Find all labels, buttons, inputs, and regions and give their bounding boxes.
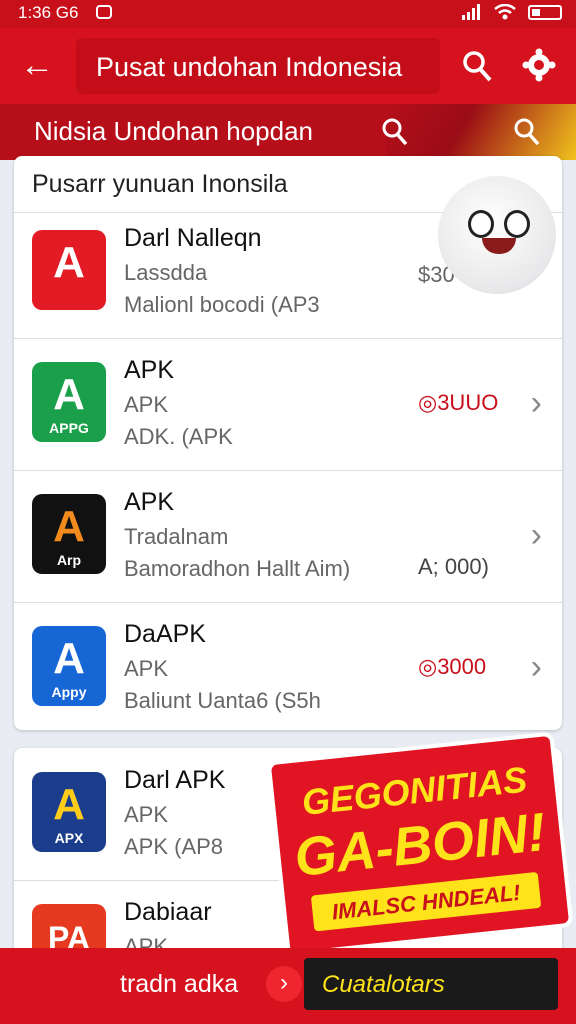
app-icon-caption: Arp <box>56 552 82 568</box>
bottom-bar: tradn adka › Cuatalotars <box>0 948 576 1024</box>
page-title: Pusat undohan Indonesia <box>96 52 403 82</box>
app-name: Dabiaar <box>124 898 212 926</box>
chevron-right-icon[interactable]: › <box>531 516 542 555</box>
search-title-box[interactable]: Pusat undohan Indonesia <box>76 38 440 94</box>
settings-gear-icon[interactable] <box>522 48 556 82</box>
app-detail: Baliunt Uanta6 (S5h <box>124 688 321 713</box>
back-arrow-icon[interactable]: ← <box>20 48 54 82</box>
app-price: ◎3UUO <box>418 390 499 415</box>
app-logo-glyph: A <box>53 780 85 829</box>
status-time: 1:36 G6 <box>18 3 79 22</box>
app-subtitle: APK <box>124 802 169 827</box>
app-icon: A Arp <box>32 494 106 574</box>
app-icon: A <box>32 230 106 310</box>
app-subtitle: Tradalnam <box>124 524 229 549</box>
status-bar: 1:36 G6 <box>0 0 576 28</box>
app-logo-glyph: A <box>53 634 85 683</box>
app-detail: Malionl bocodi (AP3 <box>124 292 320 317</box>
app-subtitle: Lassdda <box>124 260 208 285</box>
list-heading-text: Pusarr yunuan Inonsila <box>32 170 288 198</box>
app-icon: A APX <box>32 772 106 852</box>
app-subtitle: APK <box>124 656 169 681</box>
app-detail: ADK. (APK <box>124 424 233 449</box>
list-item[interactable]: A APPG APK APK ADK. (APK ◎3UUO › <box>14 338 562 471</box>
cta-button[interactable]: Cuatalotars <box>304 958 558 1010</box>
app-name: APK <box>124 488 175 516</box>
notification-icon <box>96 5 112 19</box>
app-logo-glyph: A <box>53 502 85 551</box>
app-logo-glyph: A <box>53 238 85 287</box>
mascot-mouth <box>482 238 516 254</box>
app-price: ◎3000 <box>418 654 487 679</box>
app-icon: A Appy <box>32 626 106 706</box>
app-logo-glyph: A <box>53 370 85 419</box>
app-detail: APK (AP8 <box>124 834 224 859</box>
search-icon[interactable] <box>462 50 492 82</box>
battery-icon <box>528 4 562 20</box>
app-icon-caption: Appy <box>51 684 87 700</box>
search-icon[interactable] <box>382 118 408 146</box>
sub-bar-decoration <box>386 104 576 160</box>
chevron-right-icon[interactable]: › <box>531 648 542 687</box>
list-item[interactable]: A Arp APK Tradalnam Bamoradhon Hallt Aim)… <box>14 470 562 603</box>
app-price: A; 000) <box>418 554 489 579</box>
app-bar: ← Pusat undohan Indonesia <box>0 28 576 104</box>
app-name: DaAPK <box>124 620 206 648</box>
signal-icon <box>462 4 480 20</box>
cta-label: Cuatalotars <box>322 971 445 998</box>
app-icon-caption: APX <box>54 830 84 846</box>
list-item[interactable]: A Appy DaAPK APK Baliunt Uanta6 (S5h ◎300… <box>14 602 562 734</box>
app-name: APK <box>124 356 175 384</box>
app-icon-caption: APPG <box>49 420 89 436</box>
app-icon: A APPG <box>32 362 106 442</box>
chevron-right-icon[interactable]: › <box>531 384 542 423</box>
app-subtitle: APK <box>124 392 169 417</box>
app-detail: Bamoradhon Hallt Aim) <box>124 556 351 581</box>
sub-bar-label: Nidsia Undohan hopdan <box>34 116 313 146</box>
sub-bar: Nidsia Undohan hopdan <box>0 104 576 160</box>
bottom-bar-label: tradn adka <box>120 970 239 998</box>
chevron-right-icon[interactable]: › <box>266 966 302 1002</box>
search-icon[interactable] <box>514 118 540 146</box>
app-name: Darl APK <box>124 766 226 794</box>
app-name: Darl Nalleqn <box>124 224 262 252</box>
promo-banner[interactable]: GEGONITIAS GA-BOIN! IMALSC HNDEAL! <box>266 731 574 957</box>
mascot-eye <box>504 210 530 238</box>
mascot-eye <box>468 210 494 238</box>
wifi-icon <box>494 4 516 20</box>
status-icons <box>462 4 562 20</box>
mascot-character <box>438 176 556 294</box>
